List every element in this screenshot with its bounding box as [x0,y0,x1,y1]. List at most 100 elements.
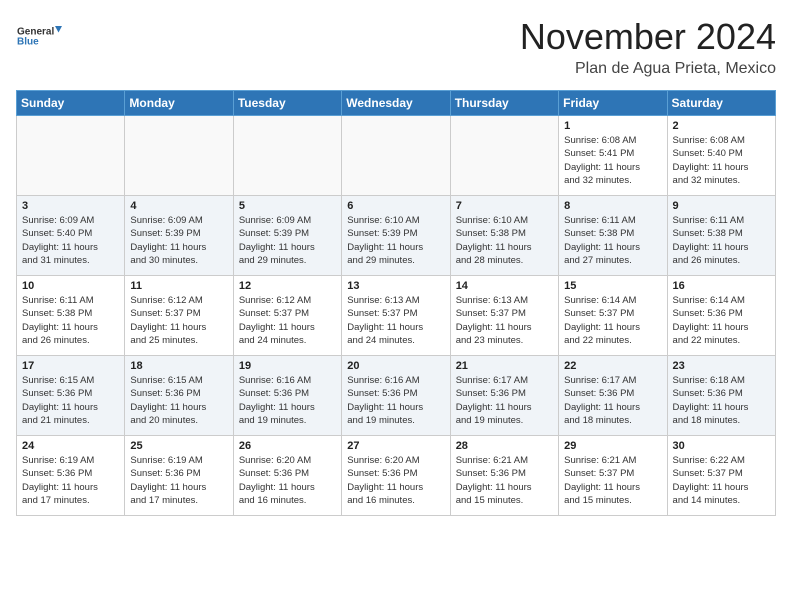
day-number: 28 [456,440,553,452]
day-info: Sunrise: 6:15 AMSunset: 5:36 PMDaylight:… [22,374,119,427]
calendar-cell [450,116,558,196]
calendar-cell: 26 Sunrise: 6:20 AMSunset: 5:36 PMDayligh… [233,436,341,516]
day-number: 10 [22,280,119,292]
day-number: 22 [564,360,661,372]
calendar-cell: 30 Sunrise: 6:22 AMSunset: 5:37 PMDayligh… [667,436,775,516]
svg-text:Blue: Blue [17,37,39,48]
day-info: Sunrise: 6:19 AMSunset: 5:36 PMDaylight:… [22,454,119,507]
calendar-cell: 9 Sunrise: 6:11 AMSunset: 5:38 PMDaylight… [667,196,775,276]
calendar-cell: 10Sunrise: 6:11 AMSunset: 5:38 PMDayligh… [17,276,125,356]
calendar-week-row: 17 Sunrise: 6:15 AMSunset: 5:36 PMDayligh… [17,356,776,436]
day-info: Sunrise: 6:12 AMSunset: 5:37 PMDaylight:… [130,294,227,347]
day-info: Sunrise: 6:11 AMSunset: 5:38 PMDaylight:… [673,214,770,267]
day-info: Sunrise: 6:09 AMSunset: 5:39 PMDaylight:… [239,214,336,267]
calendar-week-row: 24 Sunrise: 6:19 AMSunset: 5:36 PMDayligh… [17,436,776,516]
day-info: Sunrise: 6:16 AMSunset: 5:36 PMDaylight:… [347,374,444,427]
title-block: November 2024 Plan de Agua Prieta, Mexic… [520,16,776,78]
day-number: 17 [22,360,119,372]
day-info: Sunrise: 6:08 AMSunset: 5:41 PMDaylight:… [564,134,661,187]
day-number: 30 [673,440,770,452]
day-info: Sunrise: 6:12 AMSunset: 5:37 PMDaylight:… [239,294,336,347]
day-number: 13 [347,280,444,292]
calendar-cell [342,116,450,196]
calendar-week-row: 1 Sunrise: 6:08 AMSunset: 5:41 PMDaylight… [17,116,776,196]
calendar-header-row: SundayMondayTuesdayWednesdayThursdayFrid… [17,91,776,116]
calendar-cell: 1 Sunrise: 6:08 AMSunset: 5:41 PMDaylight… [559,116,667,196]
calendar-cell: 11 Sunrise: 6:12 AMSunset: 5:37 PMDayligh… [125,276,233,356]
weekday-header: Tuesday [233,91,341,116]
day-info: Sunrise: 6:17 AMSunset: 5:36 PMDaylight:… [456,374,553,427]
day-info: Sunrise: 6:20 AMSunset: 5:36 PMDaylight:… [347,454,444,507]
day-number: 27 [347,440,444,452]
day-number: 16 [673,280,770,292]
day-info: Sunrise: 6:14 AMSunset: 5:37 PMDaylight:… [564,294,661,347]
calendar-cell: 7 Sunrise: 6:10 AMSunset: 5:38 PMDaylight… [450,196,558,276]
weekday-header: Thursday [450,91,558,116]
day-number: 8 [564,200,661,212]
location-title: Plan de Agua Prieta, Mexico [520,60,776,78]
day-number: 14 [456,280,553,292]
calendar-cell: 19 Sunrise: 6:16 AMSunset: 5:36 PMDayligh… [233,356,341,436]
calendar-cell: 4Sunrise: 6:09 AMSunset: 5:39 PMDaylight… [125,196,233,276]
calendar-cell: 29 Sunrise: 6:21 AMSunset: 5:37 PMDayligh… [559,436,667,516]
calendar-week-row: 3 Sunrise: 6:09 AMSunset: 5:40 PMDaylight… [17,196,776,276]
day-number: 4 [130,200,227,212]
calendar-cell [17,116,125,196]
logo-svg: General Blue [16,16,66,56]
calendar-cell: 22 Sunrise: 6:17 AMSunset: 5:36 PMDayligh… [559,356,667,436]
month-title: November 2024 [520,16,776,58]
day-info: Sunrise: 6:20 AMSunset: 5:36 PMDaylight:… [239,454,336,507]
day-number: 26 [239,440,336,452]
calendar-cell: 12 Sunrise: 6:12 AMSunset: 5:37 PMDayligh… [233,276,341,356]
calendar-cell: 6 Sunrise: 6:10 AMSunset: 5:39 PMDaylight… [342,196,450,276]
day-number: 9 [673,200,770,212]
day-number: 11 [130,280,227,292]
calendar-cell: 15 Sunrise: 6:14 AMSunset: 5:37 PMDayligh… [559,276,667,356]
calendar-cell: 25Sunrise: 6:19 AMSunset: 5:36 PMDayligh… [125,436,233,516]
day-info: Sunrise: 6:17 AMSunset: 5:36 PMDaylight:… [564,374,661,427]
weekday-header: Monday [125,91,233,116]
calendar-table: SundayMondayTuesdayWednesdayThursdayFrid… [16,90,776,516]
calendar-cell: 14 Sunrise: 6:13 AMSunset: 5:37 PMDayligh… [450,276,558,356]
day-info: Sunrise: 6:13 AMSunset: 5:37 PMDaylight:… [456,294,553,347]
calendar-cell: 20 Sunrise: 6:16 AMSunset: 5:36 PMDayligh… [342,356,450,436]
day-number: 6 [347,200,444,212]
day-number: 1 [564,120,661,132]
day-info: Sunrise: 6:11 AMSunset: 5:38 PMDaylight:… [564,214,661,267]
weekday-header: Friday [559,91,667,116]
day-number: 19 [239,360,336,372]
day-number: 2 [673,120,770,132]
day-number: 23 [673,360,770,372]
calendar-cell [233,116,341,196]
calendar-cell: 24 Sunrise: 6:19 AMSunset: 5:36 PMDayligh… [17,436,125,516]
weekday-header: Wednesday [342,91,450,116]
calendar-cell [125,116,233,196]
calendar-cell: 5Sunrise: 6:09 AMSunset: 5:39 PMDaylight… [233,196,341,276]
day-info: Sunrise: 6:16 AMSunset: 5:36 PMDaylight:… [239,374,336,427]
weekday-header: Saturday [667,91,775,116]
day-info: Sunrise: 6:09 AMSunset: 5:40 PMDaylight:… [22,214,119,267]
calendar-cell: 18Sunrise: 6:15 AMSunset: 5:36 PMDayligh… [125,356,233,436]
calendar-cell: 2 Sunrise: 6:08 AMSunset: 5:40 PMDaylight… [667,116,775,196]
calendar-cell: 8 Sunrise: 6:11 AMSunset: 5:38 PMDaylight… [559,196,667,276]
calendar-week-row: 10Sunrise: 6:11 AMSunset: 5:38 PMDayligh… [17,276,776,356]
day-info: Sunrise: 6:13 AMSunset: 5:37 PMDaylight:… [347,294,444,347]
day-info: Sunrise: 6:21 AMSunset: 5:37 PMDaylight:… [564,454,661,507]
calendar-cell: 3 Sunrise: 6:09 AMSunset: 5:40 PMDaylight… [17,196,125,276]
day-number: 3 [22,200,119,212]
day-number: 18 [130,360,227,372]
day-number: 7 [456,200,553,212]
day-number: 12 [239,280,336,292]
day-info: Sunrise: 6:08 AMSunset: 5:40 PMDaylight:… [673,134,770,187]
day-number: 29 [564,440,661,452]
day-number: 24 [22,440,119,452]
calendar-cell: 17 Sunrise: 6:15 AMSunset: 5:36 PMDayligh… [17,356,125,436]
day-info: Sunrise: 6:22 AMSunset: 5:37 PMDaylight:… [673,454,770,507]
day-number: 21 [456,360,553,372]
calendar-cell: 21 Sunrise: 6:17 AMSunset: 5:36 PMDayligh… [450,356,558,436]
day-number: 20 [347,360,444,372]
calendar-cell: 23Sunrise: 6:18 AMSunset: 5:36 PMDayligh… [667,356,775,436]
day-info: Sunrise: 6:10 AMSunset: 5:38 PMDaylight:… [456,214,553,267]
day-info: Sunrise: 6:10 AMSunset: 5:39 PMDaylight:… [347,214,444,267]
day-number: 15 [564,280,661,292]
